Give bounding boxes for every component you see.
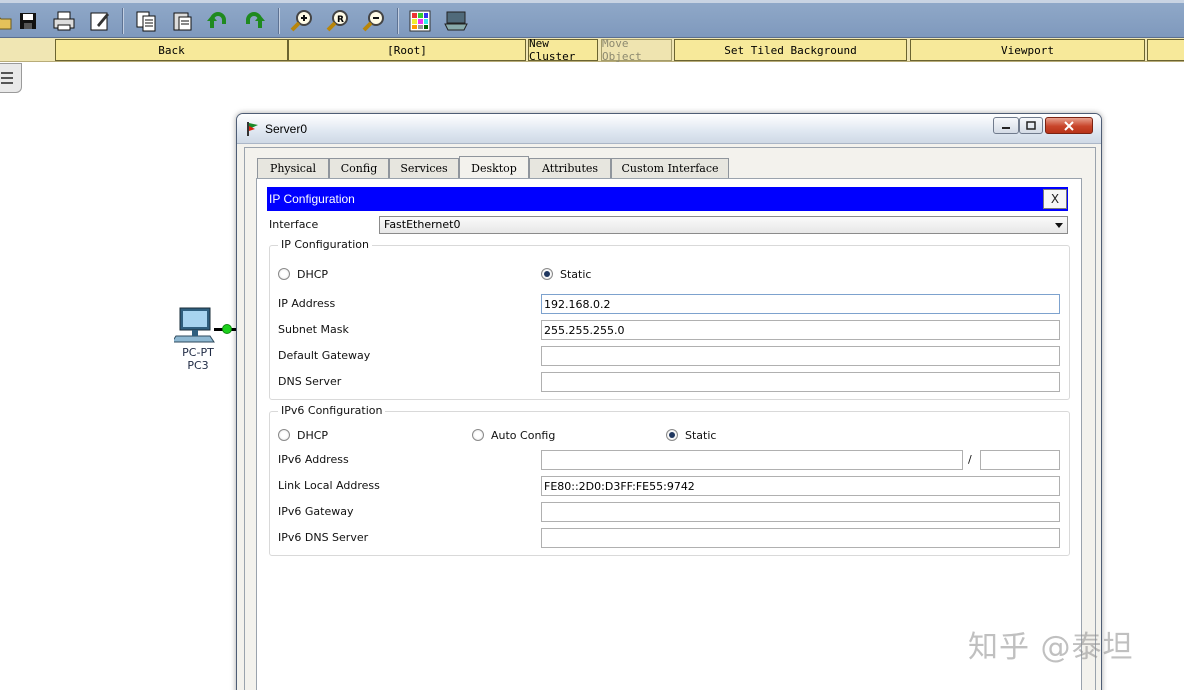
ipv4-static-radio[interactable] (541, 268, 553, 280)
minimize-button[interactable] (993, 117, 1019, 134)
open-icon[interactable] (0, 9, 14, 33)
viewport-button[interactable]: Viewport (910, 39, 1145, 61)
ipv6-auto-config-label: Auto Config (491, 429, 556, 442)
toolbar-separator (122, 8, 124, 34)
ipv6-auto-config-radio[interactable] (472, 429, 484, 441)
ipv6-dns-server-input[interactable] (541, 528, 1060, 548)
window-titlebar[interactable]: Server0 (237, 114, 1101, 144)
tab-desktop[interactable]: Desktop (459, 156, 529, 179)
packet-tracer-workspace: R Back [Root] New Cluster Move Object Se… (0, 0, 1184, 690)
pc-name-label: PC3 (187, 359, 209, 372)
palette-icon[interactable] (408, 9, 432, 33)
new-cluster-button[interactable]: New Cluster (528, 37, 598, 63)
ip-config-close-button[interactable]: X (1043, 189, 1067, 209)
packet-tracer-app-icon (247, 122, 258, 136)
set-tiled-background-button[interactable]: Set Tiled Background (674, 39, 907, 61)
ipv6-group-title: IPv6 Configuration (278, 404, 386, 417)
subnet-mask-input[interactable] (541, 320, 1060, 340)
logical-nav-bar: Back [Root] New Cluster Move Object Set … (0, 37, 1184, 63)
move-object-button[interactable]: Move Object (601, 37, 672, 63)
toolbar-separator (278, 8, 280, 34)
window-title: Server0 (265, 122, 308, 136)
edit-icon[interactable] (88, 9, 112, 33)
ip-address-input[interactable] (541, 294, 1060, 314)
ipv4-dhcp-radio[interactable] (278, 268, 290, 280)
svg-text:R: R (337, 15, 344, 25)
ipv4-group-title: IP Configuration (278, 238, 372, 251)
zoom-out-icon[interactable] (362, 9, 386, 33)
ipv6-address-input[interactable] (541, 450, 963, 470)
ipv4-static-label: Static (560, 268, 592, 281)
link-local-address-input[interactable] (541, 476, 1060, 496)
prefix-separator: / (968, 453, 972, 466)
tab-config[interactable]: Config (329, 158, 389, 178)
default-gateway-label: Default Gateway (278, 349, 371, 362)
ipv6-dns-server-label: IPv6 DNS Server (278, 531, 369, 544)
redo-icon[interactable] (242, 9, 266, 33)
pc-device[interactable]: PC-PT PC3 (172, 306, 224, 376)
ipv6-static-label: Static (685, 429, 717, 442)
subnet-mask-label: Subnet Mask (278, 323, 349, 336)
nav-overflow-button[interactable] (1147, 39, 1184, 61)
paste-icon[interactable] (170, 9, 194, 33)
main-toolbar: R (0, 0, 1184, 38)
tab-services[interactable]: Services (389, 158, 459, 178)
ipv6-prefix-input[interactable] (980, 450, 1060, 470)
save-icon[interactable] (16, 9, 40, 33)
tab-custom-interface[interactable]: Custom Interface (611, 158, 729, 178)
watermark: 知乎 @泰坦 (968, 630, 1134, 665)
back-button[interactable]: Back (55, 39, 288, 61)
interface-label: Interface (269, 218, 319, 231)
maximize-button[interactable] (1019, 117, 1043, 134)
workspace-menu-button[interactable] (0, 63, 22, 93)
ipv6-static-radio[interactable] (666, 429, 678, 441)
interface-select-value: FastEthernet0 (384, 218, 461, 231)
ipv6-dhcp-radio[interactable] (278, 429, 290, 441)
print-icon[interactable] (52, 9, 76, 33)
device-dialog-icon[interactable] (444, 9, 468, 33)
pc-type-label: PC-PT (182, 346, 214, 359)
root-breadcrumb[interactable]: [Root] (288, 39, 526, 61)
close-window-button[interactable] (1045, 117, 1093, 134)
ipv6-dhcp-label: DHCP (297, 429, 329, 442)
chevron-down-icon (1055, 223, 1063, 228)
link-status-indicator (222, 324, 232, 334)
zoom-reset-icon[interactable]: R (326, 9, 350, 33)
dns-server-label: DNS Server (278, 375, 342, 388)
ipv6-gateway-label: IPv6 Gateway (278, 505, 354, 518)
zoom-in-icon[interactable] (290, 9, 314, 33)
dns-server-input[interactable] (541, 372, 1060, 392)
default-gateway-input[interactable] (541, 346, 1060, 366)
undo-icon[interactable] (206, 9, 230, 33)
tab-attributes[interactable]: Attributes (529, 158, 611, 178)
toolbar-separator (397, 8, 399, 34)
tab-physical[interactable]: Physical (257, 158, 329, 178)
ipv6-gateway-input[interactable] (541, 502, 1060, 522)
copy-icon[interactable] (134, 9, 158, 33)
link-local-address-label: Link Local Address (278, 479, 380, 492)
ipv6-address-label: IPv6 Address (278, 453, 349, 466)
server-config-window: Server0 Physical Config Services Desktop… (236, 113, 1102, 690)
interface-select[interactable]: FastEthernet0 (379, 216, 1068, 234)
pc-icon (174, 307, 215, 343)
ip-config-header: IP Configuration (267, 187, 1068, 211)
ip-config-title: IP Configuration (269, 192, 355, 206)
ipv4-dhcp-label: DHCP (297, 268, 329, 281)
ip-address-label: IP Address (278, 297, 336, 310)
close-icon (1064, 120, 1074, 131)
